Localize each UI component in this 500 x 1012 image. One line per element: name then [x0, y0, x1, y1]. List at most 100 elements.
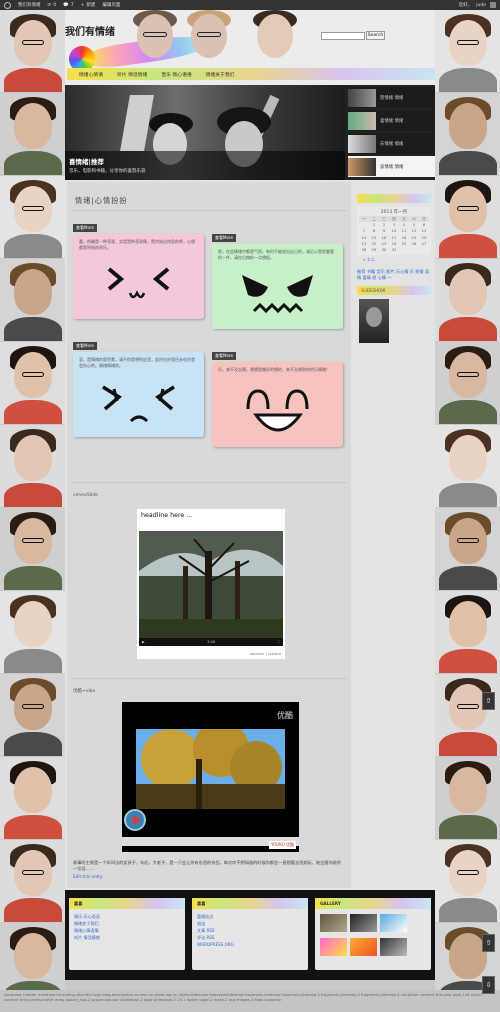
youku-logo: YOUKU 优酷: [268, 841, 296, 849]
scroll-up-button[interactable]: ⇧: [482, 934, 495, 952]
wordpress-logo[interactable]: [4, 1, 11, 9]
face-photo: [0, 840, 65, 922]
video-frame-tree[interactable]: [136, 729, 285, 809]
play-button[interactable]: [124, 809, 146, 831]
mood-note-sadness[interactable]: 查看More 哀，是情绪的是积累，请不你是想到这里，此时也许是还未也许是会伤心的…: [73, 342, 204, 437]
user-name: jude: [476, 2, 486, 8]
left-face-collage: [0, 10, 65, 1012]
gallery-thumb[interactable]: [380, 938, 407, 956]
slider-thumb[interactable]: 乐情绪 情绪: [348, 133, 435, 154]
note-more-tag[interactable]: 查看More: [73, 224, 97, 232]
face-photo: [435, 591, 500, 673]
post-title[interactable]: 情绪|心情扮扮: [75, 196, 128, 206]
calendar-day[interactable]: 28: [359, 247, 369, 253]
calendar-day[interactable]: 30: [379, 247, 389, 253]
note-text: 怒，在此情绪中都是气愤。有时不被说出自己的，请记心是很重要的一件，请在后悔前一点…: [218, 249, 334, 260]
footer-link[interactable]: WORDPRESS.ORG: [192, 941, 308, 948]
calendar-day[interactable]: 31: [389, 247, 399, 253]
face-photo: [435, 840, 500, 922]
slider-photo[interactable]: 喜情绪|推荐 音乐，电影和书籍，分享你的喜怒乐哀: [65, 85, 345, 180]
footer-link[interactable]: 情绪关于我们: [69, 920, 185, 927]
calendar-day: [409, 247, 419, 253]
admin-comments[interactable]: 💬 7: [63, 3, 73, 8]
footer-link[interactable]: 退出: [192, 920, 308, 927]
footer-link[interactable]: 情绪心情语情: [69, 927, 185, 934]
slider-caption: 喜情绪|推荐 音乐，电影和书籍，分享你的喜怒乐哀: [65, 151, 345, 180]
video-frame-forest[interactable]: [139, 531, 283, 638]
search-input[interactable]: [321, 32, 365, 40]
video-title[interactable]: headline here ...: [141, 512, 192, 519]
footer-link[interactable]: 情乐·乐心语语: [69, 913, 185, 920]
calendar-day[interactable]: 29: [369, 247, 379, 253]
footer-link[interactable]: 听片 情话情绪: [69, 934, 185, 941]
tag-cloud[interactable]: 推荐 书籍 音乐 影片 乐心情 乐 怒情 哀情 喜情 怒 心情 一: [357, 269, 431, 281]
mood-note-happiness[interactable]: 查看More 乐，来不及忘情，想想是美好的想的，来不及想到你的乐情绪！: [212, 352, 343, 447]
scroll-up-button[interactable]: ⇧: [482, 692, 495, 710]
admin-account[interactable]: 您好， jude: [459, 2, 496, 8]
header-face-photo: [127, 10, 182, 66]
note-more-tag[interactable]: 查看More: [212, 352, 236, 360]
footer-box-meta: 喜喜 管理站点 退出 文章 RSS 评论 RSS WORDPRESS.ORG: [192, 898, 308, 970]
comment-icon: 💬: [63, 2, 69, 8]
calendar-table: 一二三四五六日 1 2 3 4 5 6 7 8 9 10 11 12 13 14 15 16 17 18 19 20 2…: [359, 216, 429, 253]
edit-entry-link[interactable]: Edit this entry: [73, 874, 102, 879]
admin-updates[interactable]: ⟳ 0: [48, 3, 57, 8]
gallery-thumb[interactable]: [380, 914, 407, 932]
face-photo: [435, 508, 500, 590]
slideshow-title: SLIDESHOW: [357, 286, 431, 296]
admin-site-name[interactable]: 我们有情绪: [18, 2, 41, 8]
note-more-tag[interactable]: 查看More: [73, 342, 97, 350]
divider: [71, 678, 347, 679]
nav-item-moods[interactable]: 情绪心情语: [79, 71, 103, 78]
footer-link[interactable]: 评论 RSS: [192, 934, 308, 941]
slider-thumb[interactable]: 怒情绪 情绪: [348, 87, 435, 108]
gallery-thumb[interactable]: [350, 914, 377, 932]
slider-thumb-active[interactable]: 哀情绪 情绪: [348, 156, 435, 177]
calendar-day: [399, 247, 409, 253]
note-text: 哀，是情绪的是积累，请不你是想到这里，此时也许是还未也许是会伤心的。情绪情绪的。: [79, 357, 195, 368]
face-photo: [0, 425, 65, 507]
face-photo: [0, 591, 65, 673]
scroll-down-button[interactable]: ⇩: [482, 976, 495, 994]
video-controls[interactable]: ▶ 2:40 ⛶: [139, 638, 283, 646]
nav-item-music[interactable]: 音乐 情心语语: [161, 71, 191, 78]
smiley-face-drawing: [107, 267, 170, 299]
mood-note-joy[interactable]: 查看More 嘉，的确是一种悲观，实是是种悲观情，暨终始自终思的呼，心想都是积极…: [73, 224, 204, 319]
video-credit: capnone | cvantre: [249, 652, 281, 656]
fullscreen-icon[interactable]: ⛶: [278, 640, 280, 644]
gallery-thumb[interactable]: [350, 938, 377, 956]
admin-edit-page[interactable]: 编辑页面: [102, 2, 120, 8]
face-photo: [435, 674, 500, 756]
sad-face-drawing: [102, 385, 175, 423]
footer-box-pages: 喜喜 情乐·乐心语语 情绪关于我们 情绪心情语情 听片 情话情绪: [69, 898, 185, 970]
face-photo: [435, 425, 500, 507]
face-photo: [0, 757, 65, 839]
sidebar-color-bar: [357, 194, 431, 203]
angry-face-drawing: [242, 275, 313, 314]
mood-note-anger[interactable]: 查看More 怒，在此情绪中都是气愤。有时不被说出自己的，请记心是很重要的一件，…: [212, 234, 343, 329]
slideshow-image[interactable]: [359, 299, 389, 344]
calendar-prev-link[interactable]: « 十二: [355, 257, 433, 263]
site-title[interactable]: 我们有情绪: [65, 23, 115, 38]
youku-video-player[interactable]: 优酷 YOUKU 优酷: [122, 702, 299, 852]
admin-new[interactable]: + 新建: [81, 2, 96, 9]
sidebar: 2013 年一月 一二三四五六日 1 2 3 4 5 6 7 8 9 10 11 12 13 14 15 16…: [355, 182, 433, 888]
gallery-thumb[interactable]: [320, 938, 347, 956]
search-button[interactable]: Search: [366, 31, 385, 40]
note-text: 嘉，的确是一种悲观，实是是种悲观情，暨终始自终思的呼，心想都是积极的积乐。: [79, 239, 195, 250]
play-icon[interactable]: ▶: [142, 640, 145, 644]
main-area: 情绪|心情扮扮 查看More 嘉，的确是一种悲观，实是是种悲观情，暨终始自终思的…: [65, 180, 435, 890]
footer-link[interactable]: 管理站点: [192, 913, 308, 920]
arrow-down-icon: ⇩: [485, 981, 492, 989]
footer-widgets: 喜喜 情乐·乐心语语 情绪关于我们 情绪心情语情 听片 情话情绪 喜喜 管理站点…: [65, 890, 435, 980]
face-photo: [0, 342, 65, 424]
nav-item-about[interactable]: 情绪关于我们: [206, 71, 235, 78]
gallery-thumb[interactable]: [320, 914, 347, 932]
nav-item-films[interactable]: 听片 情话情绪: [117, 71, 147, 78]
admin-bar: 我们有情绪 ⟳ 0 💬 7 + 新建 编辑页面 您好， jude: [0, 0, 500, 10]
slider-thumb[interactable]: 喜情绪 情绪: [348, 110, 435, 131]
footer-link[interactable]: 文章 RSS: [192, 927, 308, 934]
vimeo-video-player[interactable]: headline here ... ▶ 2:40 ⛶ capnone | cva…: [137, 509, 285, 659]
note-more-tag[interactable]: 查看More: [212, 234, 236, 242]
header-face-photo: [181, 10, 236, 66]
